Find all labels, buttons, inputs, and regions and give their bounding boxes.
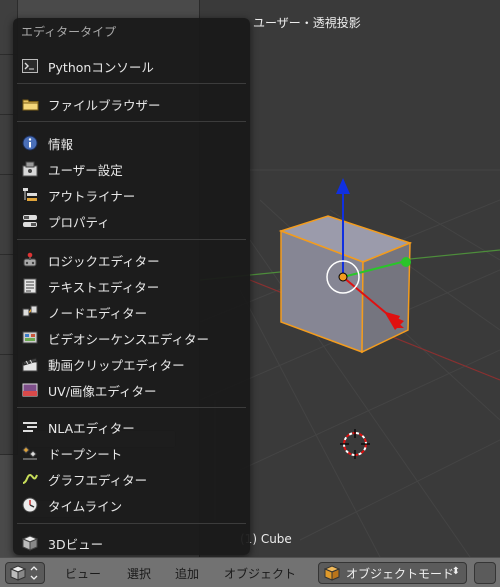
menu-item-label: ファイルブラウザー (48, 97, 161, 113)
menu-item-graph-editor[interactable]: グラフエディター (17, 468, 246, 490)
menu-item-text-editor[interactable]: テキストエディター (17, 275, 246, 297)
menu-item-3d-view[interactable]: 3Dビュー (17, 532, 246, 554)
menu-item-file-browser[interactable]: ファイルブラウザー (17, 93, 246, 115)
menu-item-node-editor[interactable]: ノードエディター (17, 301, 246, 323)
menu-item-outliner[interactable]: アウトライナー (17, 184, 246, 206)
menu-item-uv-image-editor[interactable]: UV/画像エディター (17, 379, 246, 401)
menu-item-label: ユーザー設定 (48, 162, 123, 178)
menu-item-label: UV/画像エディター (48, 383, 157, 399)
chevron-updown-icon: ⬍ (451, 566, 460, 577)
menu-item-label: ビデオシーケンスエディター (48, 331, 210, 347)
info-icon (21, 134, 39, 152)
viewport-shading-button[interactable] (474, 562, 496, 584)
menu-separator (17, 523, 246, 524)
add-menu[interactable]: 追加 (175, 565, 199, 582)
menu-item-properties[interactable]: プロパティ (17, 210, 246, 232)
python-console-icon (21, 57, 39, 75)
menu-item-info[interactable]: 情報 (17, 132, 246, 154)
menu-item-timeline[interactable]: タイムライン (17, 494, 246, 516)
viewport-title: ユーザー・透視投影 (253, 16, 361, 30)
video-sequencer-icon (21, 329, 39, 347)
menu-separator (17, 407, 246, 408)
menu-item-dope-sheet[interactable]: ドープシート (17, 442, 246, 464)
3d-cursor[interactable] (340, 429, 370, 459)
interaction-mode-select[interactable]: オブジェクトモード ⬍ (318, 562, 467, 584)
menu-item-user-preferences[interactable]: ユーザー設定 (17, 158, 246, 180)
menu-item-movie-clip-editor[interactable]: 動画クリップエディター (17, 353, 246, 375)
logic-editor-icon (21, 251, 39, 269)
3d-view-icon (10, 565, 38, 581)
properties-icon (21, 212, 39, 230)
nla-editor-icon (21, 418, 39, 436)
menu-separator (17, 239, 246, 240)
menu-item-label: プロパティ (48, 214, 110, 230)
cube-object[interactable] (278, 215, 413, 354)
menu-item-label: Pythonコンソール (48, 59, 154, 75)
menu-title: エディタータイプ (21, 25, 117, 39)
graph-editor-icon (21, 470, 39, 488)
node-editor-icon (21, 303, 39, 321)
menu-item-label: テキストエディター (48, 279, 160, 295)
dope-sheet-icon (21, 444, 39, 462)
menu-item-label: NLAエディター (48, 420, 135, 436)
editor-type-button[interactable] (5, 562, 45, 584)
menu-item-label: 情報 (48, 136, 74, 152)
mode-select-value: オブジェクトモード (346, 566, 455, 581)
select-menu[interactable]: 選択 (127, 565, 151, 582)
3d-view-icon (21, 534, 39, 552)
outliner-icon (21, 186, 39, 204)
menu-item-label: 3Dビュー (48, 536, 104, 552)
timeline-icon (21, 496, 39, 514)
uv-image-editor-icon (21, 381, 39, 399)
viewport-header: ビュー 選択 追加 オブジェクト オブジェクトモード ⬍ (0, 557, 500, 587)
menu-item-label: タイムライン (48, 498, 123, 514)
menu-item-video-sequencer[interactable]: ビデオシーケンスエディター (17, 327, 246, 349)
menu-item-label: 動画クリップエディター (48, 357, 185, 373)
menu-separator (17, 83, 246, 84)
menu-item-label: ドープシート (48, 446, 123, 462)
file-browser-icon (21, 95, 39, 113)
menu-item-python-console[interactable]: Pythonコンソール (17, 55, 246, 77)
movie-clip-editor-icon (21, 355, 39, 373)
view-menu[interactable]: ビュー (65, 565, 101, 582)
object-mode-icon (324, 565, 340, 581)
menu-item-logic-editor[interactable]: ロジックエディター (17, 249, 246, 271)
menu-item-label: ノードエディター (48, 305, 148, 321)
menu-item-label: アウトライナー (48, 188, 136, 204)
user-preferences-icon (21, 160, 39, 178)
menu-item-label: ロジックエディター (48, 253, 160, 269)
editor-type-menu: エディタータイプ Pythonコンソール ファイルブラウザー 情報 ユーザー設定… (13, 18, 250, 555)
object-menu[interactable]: オブジェクト (224, 565, 296, 582)
menu-item-label: グラフエディター (48, 472, 148, 488)
menu-item-nla-editor[interactable]: NLAエディター (17, 416, 246, 438)
text-editor-icon (21, 277, 39, 295)
menu-separator (17, 121, 246, 122)
